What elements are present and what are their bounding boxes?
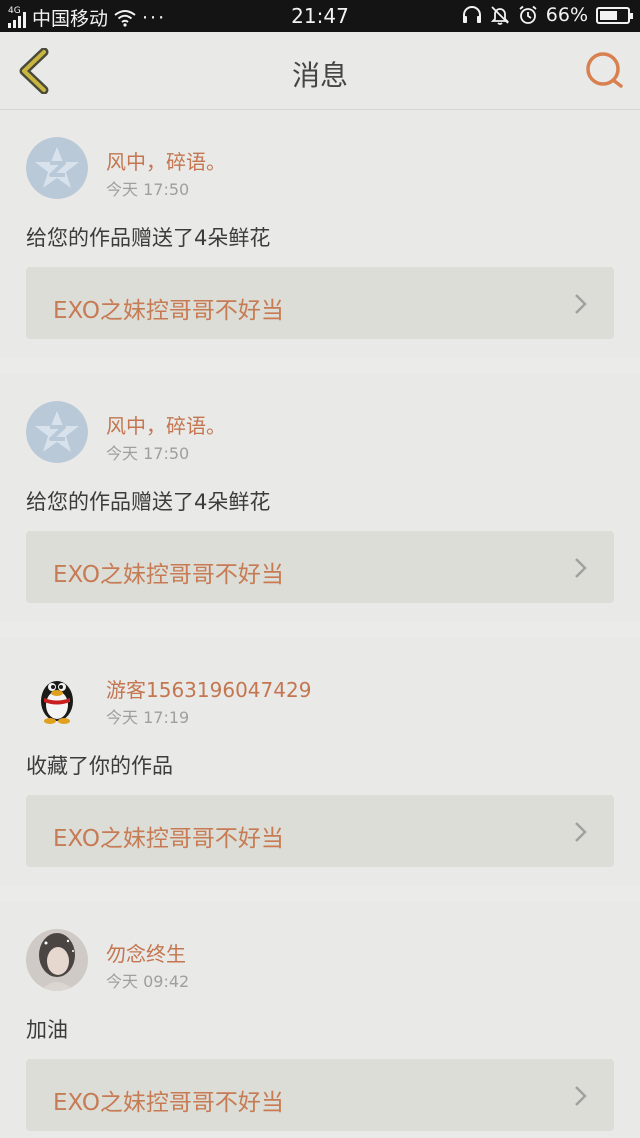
- qq-star-avatar-icon: [26, 137, 88, 199]
- work-link-button[interactable]: EXO之妹控哥哥不好当: [26, 531, 614, 603]
- message-time: 今天 17:50: [106, 444, 190, 463]
- chevron-right-icon: [575, 822, 587, 842]
- message-list: 风中，碎语。 今天 17:50 给您的作品赠送了4朵鲜花 EXO之妹控哥哥不好当…: [0, 110, 640, 1138]
- work-link-button[interactable]: EXO之妹控哥哥不好当: [26, 795, 614, 867]
- battery-percent: 66%: [545, 4, 588, 26]
- sender-name[interactable]: 游客1563196047429: [106, 674, 311, 703]
- battery-icon: [596, 6, 633, 24]
- page-title: 消息: [291, 59, 348, 92]
- message-card: 勿念终生 今天 09:42 加油 EXO之妹控哥哥不好当: [0, 902, 640, 1138]
- message-time: 今天 09:42: [106, 972, 190, 991]
- battery-fill: [600, 10, 618, 20]
- qq-star-avatar-icon: [26, 401, 88, 463]
- message-card: 游客1563196047429 今天 17:19 收藏了你的作品 EXO之妹控哥…: [0, 638, 640, 886]
- avatar[interactable]: [26, 401, 88, 463]
- message-card: 风中，碎语。 今天 17:50 给您的作品赠送了4朵鲜花 EXO之妹控哥哥不好当: [0, 374, 640, 622]
- message-card: 风中，碎语。 今天 17:50 给您的作品赠送了4朵鲜花 EXO之妹控哥哥不好当: [0, 110, 640, 358]
- chevron-right-icon: [575, 294, 587, 314]
- avatar[interactable]: [26, 929, 88, 991]
- sender-name[interactable]: 风中，碎语。: [106, 410, 226, 439]
- mute-bell-icon: [490, 6, 509, 25]
- status-right: 66%: [462, 4, 633, 26]
- sender-name[interactable]: 勿念终生: [106, 938, 186, 967]
- work-title: EXO之妹控哥哥不好当: [53, 562, 284, 588]
- work-link-button[interactable]: EXO之妹控哥哥不好当: [26, 267, 614, 339]
- sender-name[interactable]: 风中，碎语。: [106, 146, 226, 175]
- work-title: EXO之妹控哥哥不好当: [53, 298, 284, 324]
- work-link-button[interactable]: EXO之妹控哥哥不好当: [26, 1059, 614, 1131]
- message-text: 收藏了你的作品: [26, 754, 173, 778]
- search-icon[interactable]: [584, 50, 626, 92]
- message-text: 给您的作品赠送了4朵鲜花: [26, 226, 271, 250]
- photo-avatar-icon: [26, 929, 88, 991]
- chevron-right-icon: [575, 1086, 587, 1106]
- headphones-icon: [462, 6, 481, 23]
- alarm-icon: [519, 5, 537, 24]
- qq-penguin-avatar-icon: [41, 681, 73, 724]
- message-text: 加油: [26, 1018, 68, 1042]
- message-time: 今天 17:50: [106, 180, 190, 199]
- work-title: EXO之妹控哥哥不好当: [53, 826, 284, 852]
- message-text: 给您的作品赠送了4朵鲜花: [26, 490, 271, 514]
- work-title: EXO之妹控哥哥不好当: [53, 1090, 284, 1116]
- avatar[interactable]: [26, 665, 88, 727]
- message-time: 今天 17:19: [106, 708, 190, 727]
- nav-bar: 消息: [0, 32, 640, 110]
- avatar[interactable]: [26, 137, 88, 199]
- status-bar: 4G 中国移动 ··· 21:47 66%: [0, 0, 640, 32]
- chevron-right-icon: [575, 558, 587, 578]
